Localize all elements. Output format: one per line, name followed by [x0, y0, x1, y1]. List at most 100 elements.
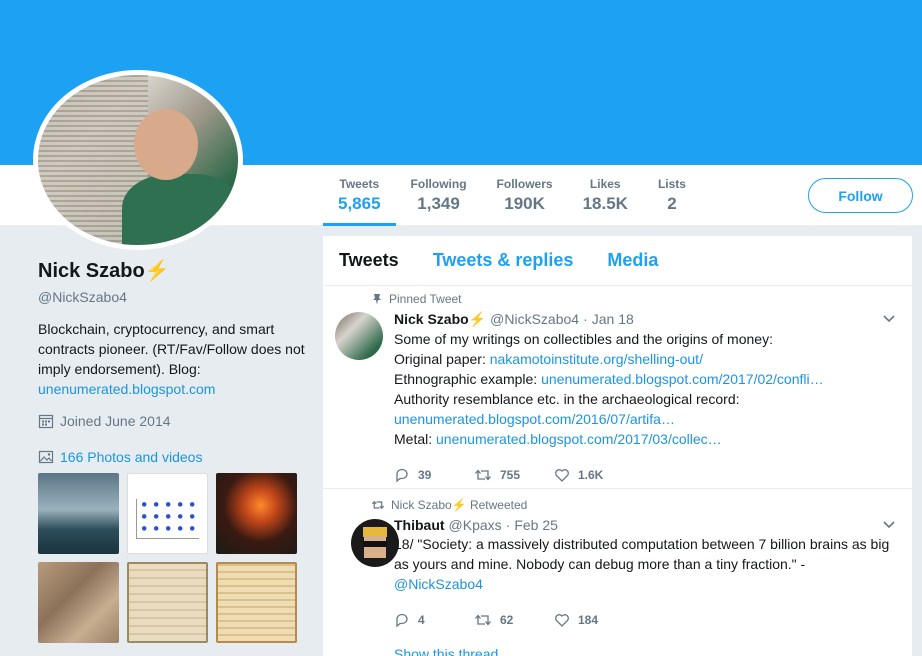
- tweet-line: Original paper: nakamotoinstitute.org/sh…: [394, 349, 896, 369]
- tweet-mention[interactable]: @NickSzabo4: [394, 576, 483, 592]
- stat-value: 1,349: [417, 194, 460, 213]
- media-thumbnail[interactable]: [216, 562, 297, 643]
- tweet-line: Some of my writings on collectibles and …: [394, 329, 896, 349]
- tweet-actions: 39 755 1.6K: [394, 467, 896, 483]
- retweet-count: 755: [500, 468, 521, 482]
- stat-label: Lists: [657, 177, 686, 191]
- reply-count: 39: [418, 468, 432, 482]
- tweet-retweeted[interactable]: Nick Szabo⚡ Retweeted Thibaut @Kpaxs · F…: [323, 489, 912, 656]
- tweet-link[interactable]: nakamotoinstitute.org/shelling-out/: [490, 351, 703, 367]
- stat-tweets[interactable]: Tweets 5,865: [323, 165, 396, 226]
- media-thumbnail[interactable]: [127, 473, 208, 554]
- stat-likes[interactable]: Likes 18.5K: [568, 165, 643, 226]
- tweet-text: Some of my writings on collectibles and …: [394, 329, 896, 449]
- tweet-text: 18/ "Society: a massively distributed co…: [394, 534, 896, 594]
- stat-lists[interactable]: Lists 2: [643, 165, 701, 226]
- tweet-context-text: Pinned Tweet: [389, 292, 462, 306]
- tweet-date[interactable]: Feb 25: [514, 517, 558, 533]
- tweet-link[interactable]: unenumerated.blogspot.com/2017/02/confli…: [541, 371, 824, 387]
- tweet-separator: ·: [583, 311, 588, 327]
- like-button[interactable]: 184: [554, 612, 634, 628]
- tweet-author-handle[interactable]: @NickSzabo4: [490, 311, 579, 327]
- stat-value: 18.5K: [582, 194, 628, 213]
- retweet-icon: [371, 500, 385, 510]
- stat-label: Followers: [496, 177, 553, 191]
- retweet-button[interactable]: 62: [474, 612, 554, 628]
- tab-tweets-replies[interactable]: Tweets & replies: [433, 250, 574, 271]
- tweet-line: Metal: unenumerated.blogspot.com/2017/03…: [394, 429, 896, 449]
- media-thumbnail[interactable]: [38, 562, 119, 643]
- tweet-context: Nick Szabo⚡ Retweeted: [371, 498, 527, 512]
- tweet-avatar[interactable]: [335, 312, 383, 360]
- retweet-icon: [475, 469, 491, 481]
- heart-icon: [555, 614, 569, 627]
- tweet-avatar[interactable]: [351, 519, 399, 567]
- tweet-date[interactable]: Jan 18: [592, 311, 634, 327]
- avatar-image: [38, 75, 238, 245]
- follow-button[interactable]: Follow: [808, 178, 913, 213]
- media-thumbnail[interactable]: [127, 562, 208, 643]
- tweet-pinned[interactable]: Pinned Tweet Nick Szabo⚡ @NickSzabo4 · J…: [323, 286, 912, 489]
- show-thread-link[interactable]: Show this thread: [394, 646, 896, 656]
- chevron-down-icon[interactable]: [882, 311, 896, 325]
- lightning-badge-icon: ⚡: [468, 311, 487, 327]
- photos-videos-link[interactable]: 166 Photos and videos: [38, 449, 308, 465]
- stat-followers[interactable]: Followers 190K: [482, 165, 568, 226]
- stat-value: 190K: [504, 194, 545, 213]
- bio-link[interactable]: unenumerated.blogspot.com: [38, 381, 215, 397]
- tweet-header: Nick Szabo⚡ @NickSzabo4 · Jan 18: [394, 311, 896, 328]
- stat-label: Likes: [589, 177, 621, 191]
- profile-bio: Blockchain, cryptocurrency, and smart co…: [38, 319, 308, 399]
- stat-following[interactable]: Following 1,349: [396, 165, 482, 226]
- reply-button[interactable]: 4: [394, 612, 474, 628]
- media-grid: [38, 473, 308, 643]
- joined-text: Joined June 2014: [60, 413, 171, 429]
- tweet-author-name[interactable]: Nick Szabo⚡: [394, 311, 486, 328]
- profile-name[interactable]: Nick Szabo⚡: [38, 258, 308, 283]
- tab-tweets[interactable]: Tweets: [339, 250, 399, 271]
- retweet-icon: [475, 614, 491, 626]
- media-thumbnail[interactable]: [216, 473, 297, 554]
- retweet-count: 62: [500, 613, 514, 627]
- like-count: 1.6K: [578, 468, 604, 482]
- stat-value: 5,865: [338, 194, 381, 213]
- reply-icon: [396, 613, 408, 628]
- profile-name-text: Nick Szabo: [38, 260, 145, 282]
- tweet-separator: ·: [505, 517, 511, 533]
- joined-date: Joined June 2014: [38, 413, 308, 429]
- stat-label: Tweets: [339, 177, 380, 191]
- tweet-header: Thibaut @Kpaxs · Feb 25: [394, 517, 896, 533]
- profile-handle[interactable]: @NickSzabo4: [38, 289, 308, 305]
- profile-stats: Tweets 5,865 Following 1,349 Followers 1…: [323, 165, 701, 226]
- tweet-link[interactable]: unenumerated.blogspot.com/2017/03/collec…: [436, 431, 722, 447]
- tweet-actions: 4 62 184: [394, 612, 896, 628]
- pin-icon: [373, 294, 381, 305]
- tweet-line: Authority resemblance etc. in the archae…: [394, 389, 896, 409]
- tweet-line-text: Authority resemblance etc. in the archae…: [394, 391, 740, 407]
- image-icon: [38, 450, 54, 464]
- profile-card: Nick Szabo⚡ @NickSzabo4 Blockchain, cryp…: [38, 258, 308, 643]
- heart-icon: [555, 469, 569, 482]
- tweet-author-name-text: Nick Szabo: [394, 311, 469, 327]
- tweet-context-text: Nick Szabo⚡ Retweeted: [391, 498, 528, 512]
- tweet-line-text: Metal:: [394, 431, 437, 447]
- media-thumbnail[interactable]: [38, 473, 119, 554]
- timeline-tabs: Tweets Tweets & replies Media: [323, 236, 912, 286]
- timeline: Tweets Tweets & replies Media Pinned Twe…: [323, 236, 912, 656]
- like-count: 184: [578, 613, 599, 627]
- tweet-author-name[interactable]: Thibaut: [394, 517, 445, 533]
- reply-icon: [396, 468, 408, 483]
- tweet-line: unenumerated.blogspot.com/2016/07/artifa…: [394, 409, 896, 429]
- chevron-down-icon[interactable]: [882, 517, 896, 531]
- retweet-button[interactable]: 755: [474, 467, 554, 483]
- tweet-line: Ethnographic example: unenumerated.blogs…: [394, 369, 896, 389]
- profile-avatar[interactable]: [33, 70, 243, 250]
- stat-label: Following: [410, 177, 467, 191]
- like-button[interactable]: 1.6K: [554, 467, 634, 483]
- tweet-line-text: Original paper:: [394, 351, 490, 367]
- tweet-link[interactable]: unenumerated.blogspot.com/2016/07/artifa…: [394, 411, 675, 427]
- reply-button[interactable]: 39: [394, 467, 474, 483]
- tab-media[interactable]: Media: [607, 250, 658, 271]
- tweet-context: Pinned Tweet: [371, 292, 462, 306]
- tweet-author-handle[interactable]: @Kpaxs: [449, 517, 502, 533]
